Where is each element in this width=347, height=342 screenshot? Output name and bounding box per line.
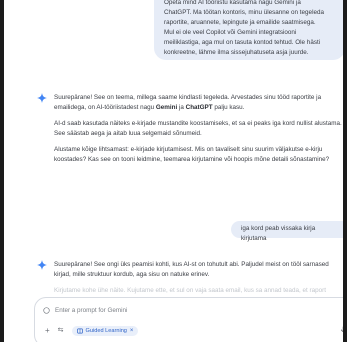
ai-text: palju kasu. [212, 104, 245, 111]
ai-paragraph: AI-d saab kasutada näiteks e-kirjade mus… [54, 120, 342, 137]
book-icon [76, 328, 83, 334]
guided-learning-label: Guided Learning [85, 328, 127, 334]
user-message-bubble: Opeta mind AI tööriistu kasutama nagu Ge… [154, 0, 343, 60]
user-message-line: ChatGPT. Ma töötan kontoris, minu ülesan… [164, 9, 324, 16]
user-message-line: iga kord peab vissaka kirja kirjutama [241, 225, 316, 242]
user-message-bubble: iga kord peab vissaka kirja kirjutama [231, 221, 343, 242]
user-message-line: Mul ei ole veel Copilot või Gemini integ… [164, 29, 297, 36]
ai-response: Suurepärane! See ongi üks peamisi kohti,… [54, 260, 343, 302]
gemini-sparkle-icon [37, 93, 47, 103]
microphone-icon[interactable] [341, 326, 343, 336]
user-message-line: meiliklastiga, aga mul on tasuta kontod … [164, 39, 321, 46]
ai-paragraph: Suurepärane! See ongi üks peamisi kohti,… [54, 261, 329, 278]
user-message-line: raportite, aruannete, lepingute ja email… [164, 19, 316, 26]
chat-window: Opeta mind AI tööriistu kasutama nagu Ge… [4, 0, 343, 342]
ai-paragraph: Alustame kõige lihtsamast: e-kirjade kir… [54, 146, 330, 163]
ai-paragraph-streaming: Kirjutame kohe ühe näite. Kujutame ette,… [54, 287, 326, 294]
ai-response: Suurepärane! See on teema, millega saame… [54, 93, 343, 171]
tools-button[interactable]: ⇆ [58, 326, 64, 336]
add-button[interactable]: + [45, 326, 50, 336]
prompt-placeholder: Enter a prompt for Gemini [55, 307, 128, 314]
sparkle-outline-icon [43, 307, 50, 314]
ai-bold-text: ChatGPT [185, 104, 213, 111]
user-message-line: Opeta mind AI tööriistu kasutama nagu Ge… [164, 0, 301, 6]
composer-toolbar: + ⇆ Guided Learning × [45, 326, 343, 336]
ai-text: ja [177, 104, 186, 111]
gemini-sparkle-icon [37, 260, 47, 270]
prompt-composer: Enter a prompt for Gemini + ⇆ Guided Lea… [34, 297, 343, 342]
guided-learning-chip[interactable]: Guided Learning × [71, 326, 139, 336]
prompt-input[interactable]: Enter a prompt for Gemini [43, 307, 127, 314]
ai-paragraph: Suurepärane! See on teema, millega saame… [54, 93, 343, 113]
user-message-line: konkreetne, lähme ilma sissejuhatuseta a… [164, 49, 309, 56]
close-icon[interactable]: × [130, 328, 134, 334]
ai-bold-text: Gemini [155, 104, 178, 111]
